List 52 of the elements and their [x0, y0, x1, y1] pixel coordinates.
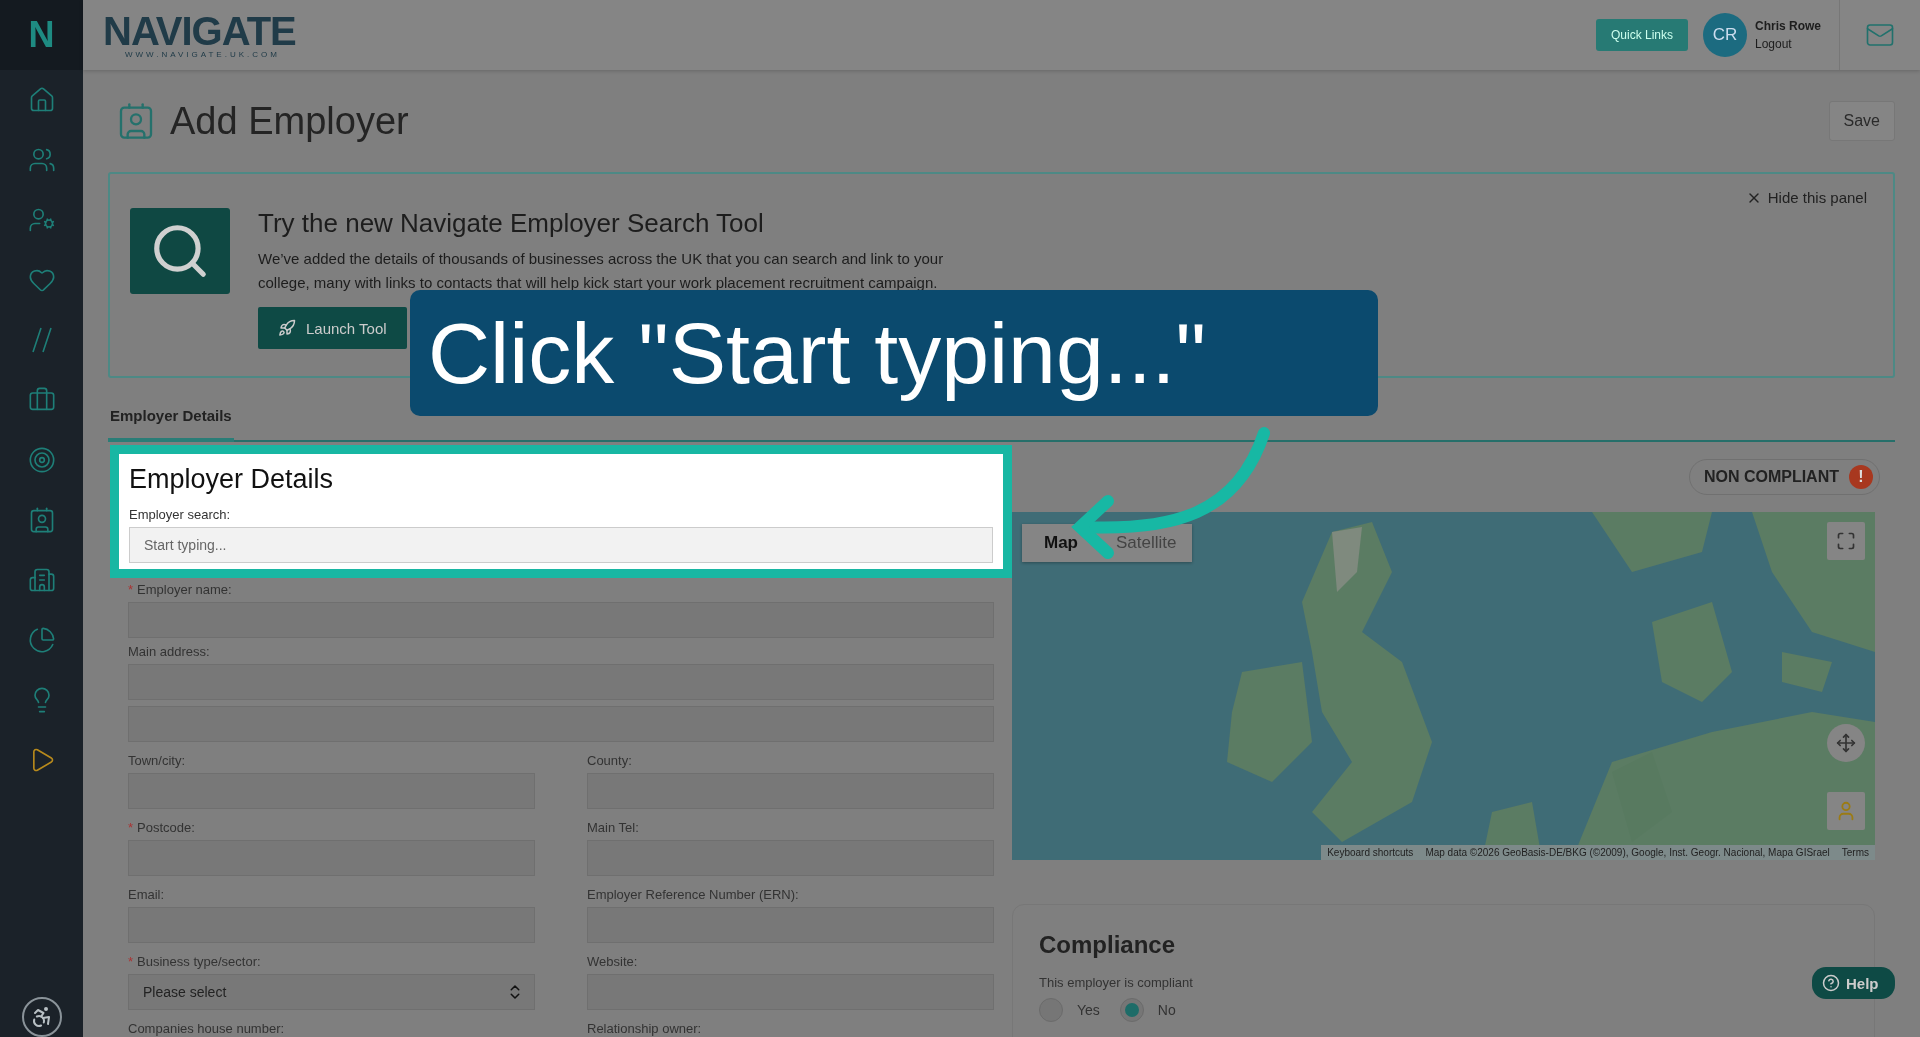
- logo-tagline: WWW.NAVIGATE.UK.COM: [125, 51, 281, 59]
- map-footer-link[interactable]: Keyboard shortcuts: [1321, 845, 1420, 860]
- promo-text: We’ve added the details of thousands of businesses across the UK that you can search and link to your college, many with links to contacts that will help kick start your work placement recruitment campaign.: [258, 249, 945, 293]
- field-label: County:: [587, 753, 633, 768]
- field-label: Email:: [128, 887, 166, 902]
- launch-tool-button[interactable]: Launch Tool: [258, 307, 407, 349]
- field-label: Town/city:: [128, 753, 187, 768]
- employer-search-field[interactable]: Start typing...: [129, 527, 993, 563]
- field-label: Website:: [587, 954, 639, 969]
- section-title: Employer Details: [129, 464, 335, 495]
- field-label: Employer Reference Number (ERN):: [587, 887, 800, 902]
- user-avatar[interactable]: CR: [1703, 13, 1747, 57]
- radio-option[interactable]: No: [1119, 998, 1176, 1022]
- radio-button[interactable]: [1119, 998, 1144, 1022]
- map-footer-link[interactable]: Terms: [1835, 845, 1875, 860]
- fullscreen-button[interactable]: [1827, 522, 1865, 560]
- people-icon[interactable]: [27, 146, 56, 174]
- page-title: Add Employer: [170, 99, 410, 143]
- hide-panel-button[interactable]: Hide this panel: [1739, 188, 1873, 207]
- pie-chart-icon[interactable]: [27, 626, 56, 654]
- accessibility-button[interactable]: [21, 997, 62, 1037]
- fullscreen-icon: [1836, 531, 1856, 551]
- help-icon: [1822, 974, 1840, 992]
- user-settings-icon[interactable]: [27, 206, 56, 234]
- field-label: * Business type/sector:: [128, 954, 262, 969]
- select-field[interactable]: Please select: [128, 974, 535, 1010]
- slashes-icon[interactable]: [29, 326, 54, 354]
- logo[interactable]: NAVIGATE: [103, 11, 296, 51]
- question-text: This employer is compliant: [1039, 975, 1193, 990]
- field-label: Employer search:: [129, 507, 232, 522]
- field-label: Main Tel:: [587, 820, 640, 835]
- target-icon[interactable]: [27, 446, 56, 474]
- radio-option[interactable]: Yes: [1039, 998, 1100, 1022]
- rocket-icon: [278, 319, 296, 337]
- quick-links-button[interactable]: Quick Links: [1595, 19, 1688, 51]
- field-label: Relationship owner:: [587, 1021, 703, 1036]
- logo-mark[interactable]: N: [0, 0, 83, 70]
- search-icon: [130, 208, 230, 294]
- field-label: * Employer name:: [128, 582, 233, 597]
- user-name: Chris Rowe: [1755, 19, 1821, 33]
- map-footer-link[interactable]: Map data ©2026 GeoBasis-DE/BKG (©2009), Google, Inst. Geogr. Nacional, Mapa GISrael: [1419, 845, 1836, 860]
- promo-title: Try the new Navigate Employer Search Tool: [258, 208, 765, 239]
- help-button[interactable]: Help: [1812, 967, 1895, 999]
- field-label: Main address:: [128, 644, 211, 659]
- field-label: * Postcode:: [128, 820, 196, 835]
- field-label: Companies house number:: [128, 1021, 286, 1036]
- instruction-callout: Click "Start typing...": [410, 290, 1378, 416]
- move-arrows-icon: [1836, 733, 1856, 753]
- logout-link[interactable]: Logout: [1755, 37, 1821, 51]
- building-icon[interactable]: [27, 566, 56, 594]
- save-button[interactable]: Save: [1828, 101, 1895, 141]
- card-title: Compliance: [1039, 931, 1177, 959]
